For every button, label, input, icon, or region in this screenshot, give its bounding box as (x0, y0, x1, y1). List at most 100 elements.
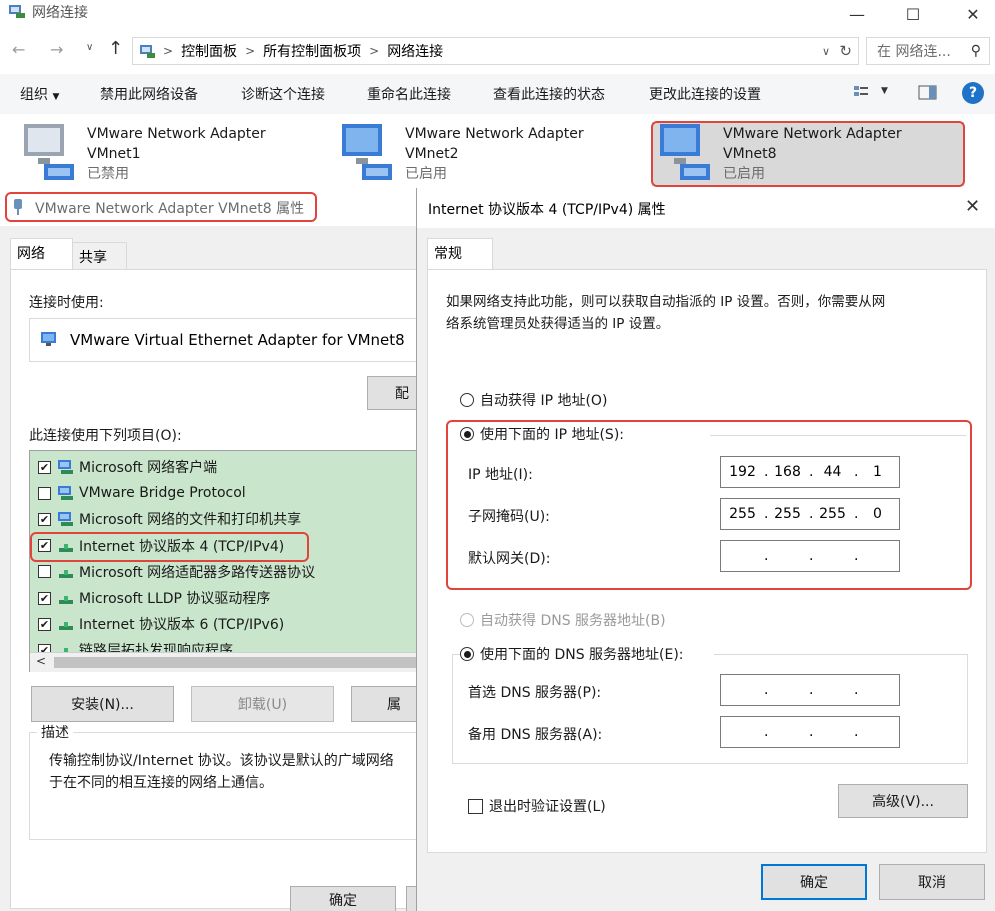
auto-ip-radio[interactable] (460, 393, 474, 407)
alternate-dns-label: 备用 DNS 服务器(A): (468, 727, 603, 743)
view-options-icon[interactable] (852, 83, 872, 103)
window-title: 网络连接 (32, 5, 88, 21)
network-tab-panel: 连接时使用: VMware Virtual Ethernet Adapter f… (10, 269, 437, 909)
auto-ip-option[interactable]: 自动获得 IP 地址(O) (460, 390, 607, 410)
search-icon[interactable]: ⚲ (971, 43, 981, 59)
manual-dns-option[interactable]: 使用下面的 DNS 服务器地址(E): (460, 644, 688, 664)
close-window-button[interactable]: ✕ (950, 0, 995, 28)
adapter-vmnet1[interactable]: VMware Network Adapter VMnet1 已禁用 (87, 124, 266, 184)
component-label: Microsoft 网络的文件和打印机共享 (79, 512, 302, 529)
preview-pane-icon[interactable] (918, 84, 938, 102)
ok-button[interactable]: 确定 (290, 886, 396, 911)
preferred-dns-field[interactable]: ... (720, 674, 900, 706)
breadcrumb-all-items[interactable]: 所有控制面板项 (263, 41, 361, 61)
recent-dropdown-icon[interactable]: ∨ (86, 42, 93, 53)
items-label: 此连接使用下列项目(O): (29, 428, 182, 444)
diagnose-command[interactable]: 诊断这个连接 (241, 84, 325, 104)
help-icon[interactable]: ? (962, 82, 984, 104)
network-folder-icon (8, 2, 26, 20)
component-checkbox[interactable]: ✔ (38, 460, 51, 474)
close-dialog-icon[interactable]: ✕ (965, 196, 980, 217)
dropdown-arrow-icon: ▼ (52, 92, 60, 102)
description-title: 描述 (37, 722, 73, 742)
tab-network[interactable]: 网络 (10, 238, 73, 270)
tab-sharing[interactable]: 共享 (72, 242, 127, 270)
minimize-button[interactable]: — (834, 0, 880, 28)
adapter-properties-dialog: VMware Network Adapter VMnet8 属性 网络 共享 连… (0, 188, 437, 911)
breadcrumb-network-connections[interactable]: 网络连接 (387, 41, 443, 61)
network-adapter-icon (656, 122, 716, 184)
dns-group-line-right (714, 654, 968, 655)
adapter-name-field: VMware Virtual Ethernet Adapter for VMne… (29, 318, 429, 362)
cancel-button[interactable]: 取消 (879, 864, 985, 900)
manual-dns-radio[interactable] (460, 647, 474, 661)
ok-button[interactable]: 确定 (761, 864, 867, 900)
description-text-line1: 传输控制协议/Internet 协议。该协议是默认的广域网络 (49, 753, 394, 769)
component-checkbox[interactable] (38, 486, 51, 500)
component-label: Microsoft LLDP 协议驱动程序 (79, 591, 271, 607)
component-checkbox[interactable]: ✔ (38, 617, 51, 631)
back-icon[interactable]: ← (12, 40, 25, 59)
protocol-icon (57, 616, 75, 632)
auto-dns-option[interactable]: 自动获得 DNS 服务器地址(B) (460, 610, 666, 630)
scroll-left-icon[interactable]: < (36, 654, 46, 668)
protocol-icon (57, 564, 75, 580)
component-label: Microsoft 网络客户端 (79, 460, 218, 476)
install-button[interactable]: 安装(N)... (31, 686, 174, 722)
address-dropdown-icon[interactable]: ∨ (822, 45, 830, 58)
intro-text-line2: 络系统管理员处获得适当的 IP 设置。 (446, 316, 670, 332)
validate-settings-option[interactable]: 退出时验证设置(L) (468, 796, 606, 816)
component-checkbox[interactable]: ✔ (38, 512, 51, 526)
highlight-ipv4-item (30, 532, 309, 562)
validate-settings-checkbox[interactable] (468, 798, 483, 814)
view-status-command[interactable]: 查看此连接的状态 (493, 84, 605, 104)
network-service-icon (57, 511, 75, 527)
component-checkbox[interactable] (38, 565, 51, 579)
command-bar: 组织 ▼ 禁用此网络设备 诊断这个连接 重命名此连接 查看此连接的状态 更改此连… (0, 74, 995, 114)
uninstall-button[interactable]: 卸载(U) (191, 686, 334, 722)
description-text-line2: 于在不同的相互连接的网络上通信。 (49, 775, 273, 791)
network-adapter-icon (338, 122, 398, 184)
component-item[interactable]: VMware Bridge Protocol (38, 481, 246, 505)
component-label: Microsoft 网络适配器多路传送器协议 (79, 564, 316, 581)
component-item[interactable]: ✔ Microsoft 网络客户端 (38, 455, 217, 479)
network-adapter-icon (20, 122, 80, 184)
search-input[interactable]: 在 网络连... (877, 41, 951, 61)
tab-general[interactable]: 常规 (427, 238, 493, 270)
forward-icon[interactable]: → (50, 40, 63, 59)
organize-menu[interactable]: 组织 ▼ (20, 84, 59, 104)
up-icon[interactable]: ↑ (108, 38, 123, 59)
refresh-icon[interactable]: ↻ (839, 42, 852, 60)
adapter-card-icon (40, 331, 60, 349)
network-service-icon (57, 485, 75, 501)
change-settings-command[interactable]: 更改此连接的设置 (649, 84, 761, 104)
advanced-button[interactable]: 高级(V)... (838, 784, 968, 818)
ipv4-properties-dialog: Internet 协议版本 4 (TCP/IPv4) 属性 ✕ 常规 如果网络支… (416, 188, 995, 911)
scrollbar-thumb[interactable] (54, 657, 430, 668)
highlight-ip-settings (446, 420, 972, 590)
alternate-dns-field[interactable]: ... (720, 716, 900, 748)
preferred-dns-label: 首选 DNS 服务器(P): (468, 685, 602, 701)
component-label: VMware Bridge Protocol (79, 485, 246, 502)
component-item[interactable]: Microsoft 网络适配器多路传送器协议 (38, 560, 315, 584)
search-box[interactable]: 在 网络连... ⚲ (866, 37, 990, 65)
view-dropdown-icon[interactable]: ▼ (881, 86, 888, 96)
component-item[interactable]: ✔ Internet 协议版本 6 (TCP/IPv6) (38, 612, 284, 636)
horizontal-scrollbar[interactable]: < (30, 652, 431, 672)
rename-command[interactable]: 重命名此连接 (367, 84, 451, 104)
breadcrumb-separator-icon: > (163, 44, 174, 58)
component-checkbox[interactable]: ✔ (38, 591, 51, 605)
breadcrumb-control-panel[interactable]: 控制面板 (181, 41, 237, 61)
component-label: Internet 协议版本 6 (TCP/IPv6) (79, 617, 285, 634)
auto-dns-radio[interactable] (460, 613, 474, 627)
component-item[interactable]: ✔ Microsoft 网络的文件和打印机共享 (38, 507, 301, 531)
maximize-button[interactable]: ☐ (890, 0, 936, 28)
component-item[interactable]: ✔ Microsoft LLDP 协议驱动程序 (38, 586, 270, 610)
disable-device-command[interactable]: 禁用此网络设备 (100, 84, 198, 104)
adapter-vmnet2[interactable]: VMware Network Adapter VMnet2 已启用 (405, 124, 584, 184)
intro-text-line1: 如果网络支持此功能，则可以获取自动指派的 IP 设置。否则，你需要从网 (446, 294, 886, 310)
adapter-vmnet8[interactable]: VMware Network Adapter VMnet8 已启用 (723, 124, 902, 184)
address-bar[interactable]: > 控制面板 > 所有控制面板项 > 网络连接 ∨ ↻ (132, 37, 859, 65)
breadcrumb-separator-icon: > (369, 44, 380, 58)
general-tab-panel: 如果网络支持此功能，则可以获取自动指派的 IP 设置。否则，你需要从网 络系统管… (427, 269, 987, 853)
